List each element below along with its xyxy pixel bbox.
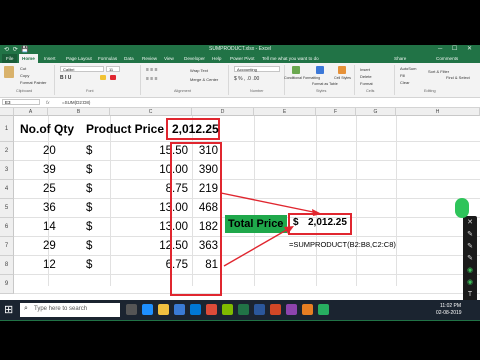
word-taskbar-icon[interactable] (254, 304, 265, 315)
sort-filter-button[interactable]: Sort & Filter (428, 69, 449, 74)
annotation-arrows (220, 192, 322, 267)
green-pen-icon[interactable]: ◉ (466, 267, 474, 275)
windows-taskbar: ⊞ ⌕ Type here to search 11:02 PM 02-08-2… (0, 300, 480, 320)
autosum-button[interactable]: AutoSum (400, 66, 416, 71)
ribbon-divider (140, 65, 141, 95)
paste-icon[interactable] (4, 66, 14, 78)
share-button[interactable]: Share (394, 54, 406, 63)
editing-group-label: Editing (424, 89, 436, 93)
cell-styles-button[interactable]: Cell Styles (334, 76, 351, 80)
formula-input[interactable]: =SUM(D2:D8) (62, 98, 90, 107)
fill-button[interactable]: Fill (400, 73, 405, 78)
edge-icon[interactable] (142, 304, 153, 315)
tab-file[interactable]: File (2, 54, 18, 63)
insert-cells-button[interactable]: Insert (360, 67, 370, 72)
tab-review[interactable]: Review (142, 54, 157, 63)
green-marker-icon[interactable]: ◉ (466, 279, 474, 287)
tab-developer[interactable]: Developer (184, 54, 205, 63)
ribbon-divider (228, 65, 229, 95)
wrap-text-button[interactable]: Wrap Text (190, 68, 208, 73)
align-icons-row2[interactable]: ≡ ≡ ≡ (146, 76, 158, 82)
taskbar-search-box[interactable]: ⌕ Type here to search (20, 303, 120, 317)
font-color-icon[interactable] (110, 75, 116, 80)
conditional-formatting-icon[interactable] (292, 66, 300, 74)
copy-button[interactable]: Copy (20, 73, 29, 78)
taskbar-search-placeholder: Type here to search (34, 306, 88, 312)
chrome-icon[interactable] (206, 304, 217, 315)
pen-icon[interactable]: ✎ (466, 243, 474, 251)
ribbon-tabs: File Home Insert Page Layout Formulas Da… (0, 54, 480, 63)
find-select-button[interactable]: Find & Select (446, 75, 470, 80)
ribbon-divider (284, 65, 285, 95)
search-icon: ⌕ (24, 305, 28, 312)
comments-button[interactable]: Comments (436, 54, 458, 63)
format-as-table-icon[interactable] (316, 66, 324, 74)
tab-formulas[interactable]: Formulas (98, 54, 117, 63)
fill-color-icon[interactable] (100, 75, 106, 80)
bold-italic-underline[interactable]: B I U (60, 75, 71, 81)
task-view-icon[interactable] (126, 304, 137, 315)
merge-center-button[interactable]: Merge & Center (190, 77, 218, 82)
close-icon[interactable]: ✕ (466, 219, 474, 227)
number-format-icons[interactable]: $ % , .0 .00 (234, 76, 259, 82)
ribbon-divider (354, 65, 355, 95)
tab-insert[interactable]: Insert (44, 54, 56, 63)
number-group-label: Number (250, 89, 264, 93)
tab-home[interactable]: Home (19, 54, 38, 63)
clear-button[interactable]: Clear (400, 80, 410, 85)
font-size-select[interactable]: 11 (106, 66, 120, 72)
green-cursor-indicator (455, 198, 469, 218)
name-box[interactable]: E3 (2, 99, 40, 105)
windows-start-icon[interactable]: ⊞ (4, 303, 13, 316)
arrow-line (223, 227, 291, 267)
app-icon[interactable] (302, 304, 313, 315)
title-bar: ⟲ ⟳ 💾 SUMPRODUCT.xlsx - Excel ─ ☐ ✕ (0, 45, 480, 54)
fx-icon[interactable]: fx (46, 98, 50, 107)
styles-group-label: Styles (316, 89, 327, 93)
number-format-select[interactable]: Accounting (234, 66, 280, 72)
onenote-taskbar-icon[interactable] (286, 304, 297, 315)
tab-page-layout[interactable]: Page Layout (66, 54, 92, 63)
store-icon[interactable] (174, 304, 185, 315)
format-cells-button[interactable]: Format (360, 81, 373, 86)
app-icon[interactable] (318, 304, 329, 315)
cut-button[interactable]: Cut (20, 66, 26, 71)
window-controls[interactable]: ─ ☐ ✕ (438, 45, 476, 54)
font-group-label: Font (86, 89, 94, 93)
window-title: SUMPRODUCT.xlsx - Excel (209, 46, 271, 52)
powerpoint-taskbar-icon[interactable] (270, 304, 281, 315)
worksheet-grid[interactable]: A B C D E F G H 1 2 3 4 5 6 7 8 9 No.of … (0, 108, 480, 321)
arrow-head (312, 209, 322, 216)
excel-window: ⟲ ⟳ 💾 SUMPRODUCT.xlsx - Excel ─ ☐ ✕ File… (0, 45, 480, 321)
app-icon[interactable] (222, 304, 233, 315)
format-as-table-button[interactable]: Format as Table (312, 82, 338, 86)
tell-me-search[interactable]: Tell me what you want to do (262, 54, 319, 63)
tab-power-pivot[interactable]: Power Pivot (230, 54, 255, 63)
delete-cells-button[interactable]: Delete (360, 74, 372, 79)
pen-icon[interactable]: ✎ (466, 231, 474, 239)
tab-data[interactable]: Data (124, 54, 134, 63)
cells-group-label: Cells (366, 89, 375, 93)
arrow-line (220, 192, 319, 214)
clipboard-group-label: Clipboard (16, 89, 33, 93)
conditional-formatting-button[interactable]: Conditional Formatting (284, 76, 320, 80)
pen-icon[interactable]: ✎ (466, 255, 474, 263)
mail-icon[interactable] (190, 304, 201, 315)
ribbon-divider (394, 65, 395, 95)
font-name-select[interactable]: Calibri (60, 66, 104, 72)
text-icon[interactable]: T (466, 291, 474, 299)
ribbon-divider (54, 65, 55, 95)
cell-styles-icon[interactable] (338, 66, 346, 74)
tab-help[interactable]: Help (212, 54, 221, 63)
format-painter-button[interactable]: Format Painter (20, 80, 46, 85)
formula-bar: E3 fx =SUM(D2:D8) (0, 98, 480, 108)
taskbar-time[interactable]: 11:02 PM (440, 303, 461, 309)
taskbar-date[interactable]: 02-08-2019 (436, 310, 462, 316)
align-icons[interactable]: ≡ ≡ ≡ (146, 67, 158, 73)
alignment-group-label: Alignment (174, 89, 191, 93)
tab-view[interactable]: View (164, 54, 174, 63)
excel-taskbar-icon[interactable] (238, 304, 249, 315)
file-explorer-icon[interactable] (158, 304, 169, 315)
ribbon: Cut Copy Format Painter Clipboard Calibr… (0, 63, 480, 98)
